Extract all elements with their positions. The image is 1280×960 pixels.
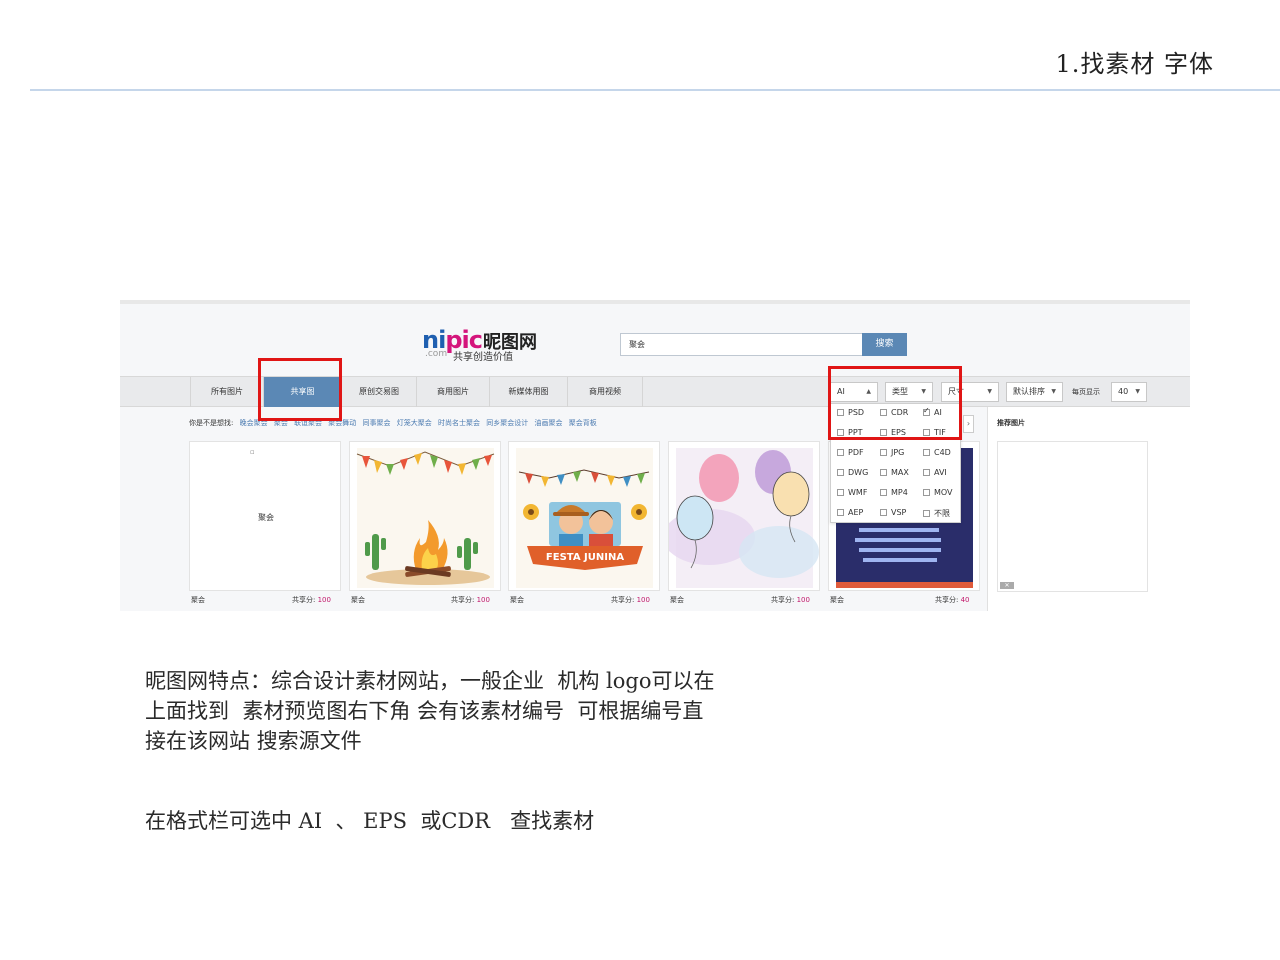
suggest-link[interactable]: 灯笼大聚会 [397, 419, 432, 427]
result-title[interactable]: 聚会 [670, 595, 684, 605]
result-title[interactable]: 聚会 [351, 595, 365, 605]
nipic-logo[interactable]: nipic 昵图网 .com 共享创造价值 [422, 326, 552, 364]
format-option-vsp[interactable]: VSP [880, 508, 906, 517]
checkbox-icon [837, 469, 844, 476]
format-option-wmf[interactable]: WMF [837, 488, 867, 497]
suggestions-bar: 你是不是想找: 晚会聚会 聚会 联谊聚会 聚会舞动 同事聚会 灯笼大聚会 时尚名… [189, 419, 597, 427]
caret-down-icon: ▼ [1135, 388, 1140, 395]
result-score: 共享分: 100 [292, 596, 331, 604]
recommend-slot[interactable]: ✕ [997, 441, 1148, 592]
suggest-link[interactable]: 聚会背板 [569, 419, 597, 427]
suggest-link[interactable]: 油画聚会 [534, 419, 562, 427]
suggest-link[interactable]: 同事聚会 [363, 419, 391, 427]
suggest-link[interactable]: 同乡聚会设计 [486, 419, 528, 427]
checkbox-icon [880, 469, 887, 476]
highlight-shared-tab [258, 358, 342, 421]
checkbox-icon [837, 509, 844, 516]
festa-junina-banner: FESTA JUNINA [546, 552, 624, 563]
tab-commercial-images[interactable]: 商用图片 [417, 377, 490, 407]
close-icon[interactable]: ✕ [1000, 582, 1014, 589]
result-card[interactable]: FESTA JUNINA [508, 441, 660, 591]
tab-new-media[interactable]: 新媒体用图 [490, 377, 568, 407]
per-page-label: 每页显示 [1072, 388, 1100, 396]
format-option-avi[interactable]: AVI [923, 468, 947, 477]
result-score: 共享分: 40 [935, 596, 970, 604]
chevron-right-icon[interactable]: › [963, 415, 974, 433]
format-option-jpg[interactable]: JPG [880, 448, 904, 457]
format-option-pdf[interactable]: PDF [837, 448, 864, 457]
slide-note: 昵图网特点：综合设计素材网站，一般企业 机构 logo可以在 上面找到 素材预览图… [145, 669, 715, 753]
highlight-format-options [828, 366, 962, 440]
recommend-panel: 推荐图片 ✕ [987, 407, 1190, 611]
tab-all-images[interactable]: 所有图片 [190, 377, 264, 407]
checkbox-icon [923, 469, 930, 476]
checkbox-icon [880, 449, 887, 456]
result-title[interactable]: 聚会 [191, 595, 205, 605]
search-button[interactable]: 搜索 [862, 333, 907, 356]
result-card[interactable]: ▫ 聚会 [189, 441, 341, 591]
format-option-max[interactable]: MAX [880, 468, 909, 477]
checkbox-icon [837, 489, 844, 496]
result-score: 共享分: 100 [611, 596, 650, 604]
broken-image-icon: ▫ [250, 448, 255, 456]
checkbox-icon [923, 449, 930, 456]
checkbox-icon [837, 449, 844, 456]
festa-junina-illustration: FESTA JUNINA [516, 448, 653, 588]
result-score: 共享分: 100 [451, 596, 490, 604]
website-screenshot: nipic 昵图网 .com 共享创造价值 聚会 搜索 所有图片 共享图 原创交… [120, 300, 1190, 611]
checkbox-icon [923, 489, 930, 496]
format-option-dwg[interactable]: DWG [837, 468, 868, 477]
result-title[interactable]: 聚会 [830, 595, 844, 605]
search-input[interactable]: 聚会 [620, 333, 863, 356]
result-card[interactable] [349, 441, 501, 591]
title-divider [30, 89, 1280, 91]
format-option-mp4[interactable]: MP4 [880, 488, 908, 497]
caret-down-icon: ▼ [987, 388, 992, 395]
campfire-illustration [356, 448, 495, 588]
format-option-unlimited[interactable]: 不限 [923, 508, 950, 519]
checkbox-icon [923, 510, 930, 517]
result-card[interactable] [668, 441, 820, 591]
checkbox-icon [880, 489, 887, 496]
result-title[interactable]: 聚会 [510, 595, 524, 605]
tab-commercial-video[interactable]: 商用视频 [568, 377, 643, 407]
checkbox-icon [880, 509, 887, 516]
format-option-c4d[interactable]: C4D [923, 448, 951, 457]
format-option-aep[interactable]: AEP [837, 508, 863, 517]
balloons-illustration [669, 448, 819, 588]
per-page-dropdown[interactable]: 40 ▼ [1111, 382, 1147, 402]
caret-down-icon: ▼ [1051, 388, 1056, 395]
suggest-link[interactable]: 时尚名士聚会 [438, 419, 480, 427]
result-score: 共享分: 100 [771, 596, 810, 604]
sort-dropdown[interactable]: 默认排序 ▼ [1006, 382, 1063, 402]
slide-note-format: 在格式栏可选中 AI 、 EPS 或CDR 查找素材 [145, 809, 595, 833]
recommend-title: 推荐图片 [997, 419, 1025, 427]
format-option-mov[interactable]: MOV [923, 488, 953, 497]
tab-original-trade[interactable]: 原创交易图 [342, 377, 417, 407]
slide-title: 1.找素材 字体 [1055, 50, 1214, 78]
